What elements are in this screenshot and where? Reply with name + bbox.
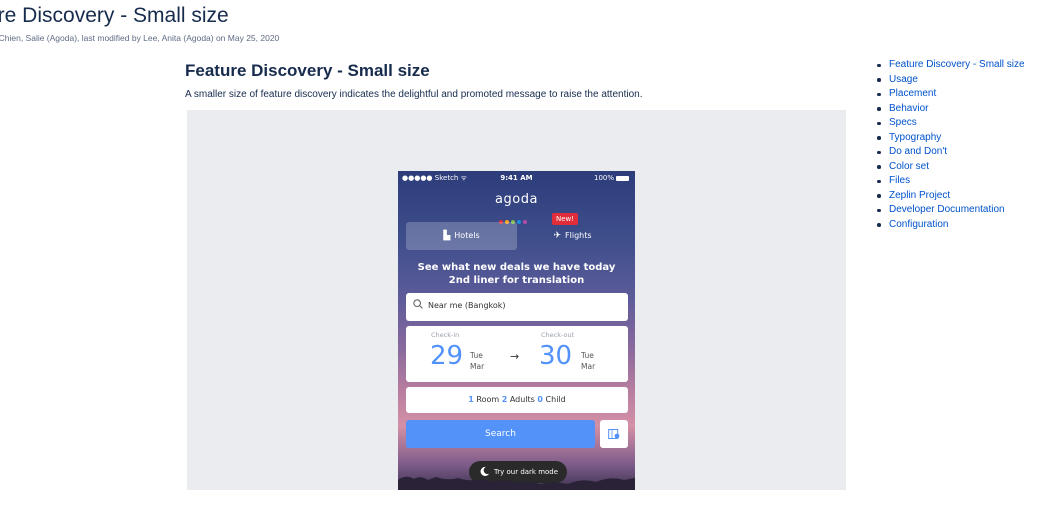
toc-item: Specs: [875, 116, 1025, 131]
toc-item: Files: [875, 174, 1025, 189]
logo-dots: [499, 209, 539, 224]
map-button[interactable]: [600, 420, 628, 448]
headline-line-2: 2nd liner for translation: [448, 275, 585, 286]
toc-item: Configuration: [875, 218, 1025, 233]
toc-link[interactable]: Placement: [889, 88, 936, 99]
product-tabs: ▙ Hotels ✈ Flights: [406, 222, 628, 250]
toc-item: Color set: [875, 160, 1025, 175]
toc-item: Do and Don't: [875, 145, 1025, 160]
search-icon: [413, 299, 423, 309]
toc-link[interactable]: Do and Don't: [889, 146, 947, 157]
tab-hotels[interactable]: ▙ Hotels: [406, 222, 517, 250]
tree-silhouette: [398, 476, 635, 490]
checkout-label: Check-out: [541, 331, 575, 339]
toc-item: Developer Documentation: [875, 203, 1025, 218]
search-button[interactable]: Search: [406, 420, 595, 448]
rooms-label: Room: [476, 395, 500, 404]
checkin-day: 29: [430, 341, 464, 371]
phone-mockup-image[interactable]: ●●●●● Sketch ᯤ 9:41 AM 100% agoda ▙ Hotel…: [398, 171, 635, 490]
checkout-month: Mar: [581, 362, 596, 371]
toc-link[interactable]: Feature Discovery - Small size: [889, 59, 1025, 70]
toc-link[interactable]: Behavior: [889, 103, 928, 114]
date-picker[interactable]: Check-in 29 Tue Mar → Check-out 30 Tue M…: [406, 326, 628, 382]
agoda-logo: agoda: [495, 192, 538, 207]
children-count: 0: [537, 395, 543, 404]
destination-search-input[interactable]: Near me (Bangkok): [406, 293, 628, 321]
section-heading: Feature Discovery - Small size: [185, 61, 430, 80]
toc-link[interactable]: Files: [889, 175, 910, 186]
page-byline: y Chien, Salie (Agoda), last modified by…: [0, 33, 280, 43]
toc-link[interactable]: Zeplin Project: [889, 190, 950, 201]
status-bar: ●●●●● Sketch ᯤ 9:41 AM 100%: [398, 171, 635, 185]
deals-headline: See what new deals we have today 2nd lin…: [398, 261, 635, 287]
status-battery: 100%: [594, 174, 629, 182]
arrow-right-icon: →: [510, 350, 520, 363]
toc-link[interactable]: Specs: [889, 117, 917, 128]
tab-flights-label: Flights: [565, 231, 592, 240]
plane-icon: ✈: [553, 231, 562, 241]
checkout-day: 30: [539, 341, 573, 371]
headline-line-1: See what new deals we have today: [417, 262, 616, 273]
checkout-dow: Tue: [581, 351, 594, 360]
toc-link[interactable]: Typography: [889, 132, 941, 143]
rooms-count: 1: [468, 395, 474, 404]
page-title: ure Discovery - Small size: [0, 4, 229, 27]
toc-link[interactable]: Color set: [889, 161, 929, 172]
checkin-dow: Tue: [470, 351, 483, 360]
section-description: A smaller size of feature discovery indi…: [185, 89, 643, 100]
toc-item: Typography: [875, 131, 1025, 146]
search-placeholder: Near me (Bangkok): [428, 301, 506, 310]
tab-hotels-label: Hotels: [454, 231, 480, 240]
toc-link[interactable]: Developer Documentation: [889, 204, 1005, 215]
toc-item: Usage: [875, 73, 1025, 88]
toc-link[interactable]: Usage: [889, 74, 918, 85]
table-of-contents: Feature Discovery - Small size Usage Place…: [875, 58, 1025, 232]
toc-item: Zeplin Project: [875, 189, 1025, 204]
map-pin-icon: [608, 429, 620, 439]
hotel-icon: ▙: [443, 231, 451, 241]
occupancy-selector[interactable]: 1 Room 2 Adults 0 Child: [406, 387, 628, 413]
adults-label: Adults: [509, 395, 535, 404]
adults-count: 2: [501, 395, 508, 404]
checkin-label: Check-in: [431, 331, 460, 339]
checkin-month: Mar: [470, 362, 485, 371]
children-label: Child: [545, 395, 566, 404]
toc-item: Placement: [875, 87, 1025, 102]
tab-flights[interactable]: ✈ Flights: [517, 222, 628, 250]
toc-item: Feature Discovery - Small size: [875, 58, 1025, 73]
toc-item: Behavior: [875, 102, 1025, 117]
battery-icon: [616, 175, 629, 181]
image-frame: ●●●●● Sketch ᯤ 9:41 AM 100% agoda ▙ Hotel…: [187, 110, 846, 490]
new-badge: New!: [552, 213, 579, 225]
toc-link[interactable]: Configuration: [889, 219, 948, 230]
